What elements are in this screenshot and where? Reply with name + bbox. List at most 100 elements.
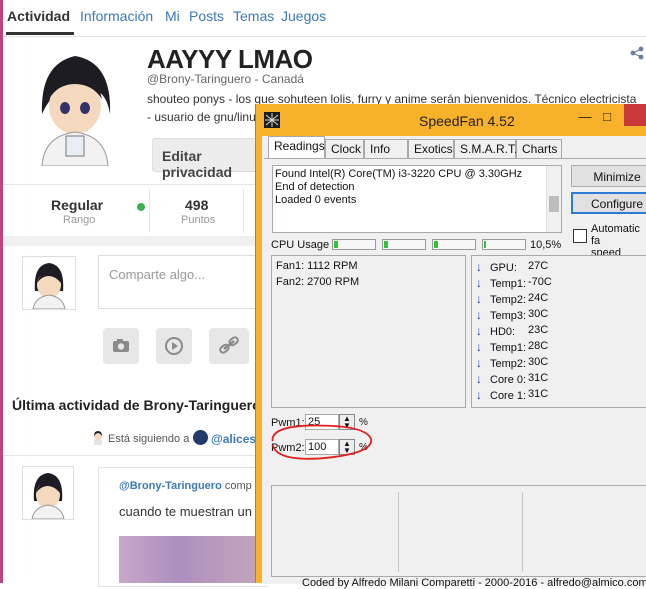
speedfan-window: SpeedFan 4.52 — □ Readings Clock Info Ex… <box>255 104 646 589</box>
followed-user-link[interactable]: @alicesi <box>211 432 259 446</box>
stat-divider <box>149 189 150 233</box>
profile-nav: Actividad Información Mi Posts Temas Jue… <box>3 0 646 37</box>
cpu-usage-label: CPU Usage <box>271 239 330 251</box>
temp-reading: ↓ Temp3: 30C <box>476 308 549 322</box>
automatic-fan-speed-label: Automatic fa speed <box>591 223 646 259</box>
box-divider <box>522 492 523 572</box>
temp-down-arrow-icon: ↓ <box>476 340 482 354</box>
profile-stats: Regular Rango 498 Puntos <box>3 184 265 238</box>
cpu-core-bar <box>332 239 376 250</box>
temp-down-arrow-icon: ↓ <box>476 356 482 370</box>
temp-down-arrow-icon: ↓ <box>476 372 482 386</box>
points-label: Puntos <box>181 214 216 226</box>
red-annotation-circle <box>271 424 373 460</box>
tab-info[interactable]: Info <box>364 139 408 158</box>
cpu-core-bar <box>482 239 526 250</box>
speedfan-client: Readings Clock Info Exotics S.M.A.R.T. C… <box>262 136 646 589</box>
post-meta-text: comp <box>224 480 252 492</box>
speedfan-app-icon <box>264 112 280 128</box>
event-log[interactable]: Found Intel(R) Core(TM) i3-3220 CPU @ 3.… <box>272 165 562 233</box>
cpu-core-bar <box>432 239 476 250</box>
temp-reading: ↓ Core 1: 31C <box>476 388 549 402</box>
following-text: Está siguiendo a <box>108 433 190 445</box>
profile-name: AAYYY LMAO <box>147 44 313 74</box>
profile-handle: @Brony-Taringuero - Canadá <box>147 72 304 86</box>
section-title: Última actividad de Brony-Taringuero <box>12 397 261 413</box>
camera-icon <box>113 339 129 352</box>
followed-user-avatar-icon <box>193 430 208 445</box>
fan-reading: Fan1: 1112 RPM <box>276 260 358 272</box>
post-text: cuando te muestran un <box>119 504 252 519</box>
window-close-icon[interactable] <box>624 104 646 126</box>
play-icon <box>165 337 183 355</box>
edit-privacy-button[interactable]: Editar privacidad <box>152 138 262 180</box>
log-line: End of detection <box>275 181 355 193</box>
points-value: 498 <box>185 197 209 213</box>
auto-fan-label-line: Automatic fa <box>591 223 640 247</box>
extra-readings-box <box>271 485 646 577</box>
log-scrollbar[interactable] <box>546 166 561 232</box>
tab-posts[interactable]: Posts <box>189 8 224 24</box>
section-gap <box>3 236 265 246</box>
credits-footer: Coded by Alfredo Milani Comparetti - 200… <box>302 577 646 589</box>
video-button[interactable] <box>156 328 192 364</box>
temp-down-arrow-icon: ↓ <box>476 276 482 290</box>
minimize-button[interactable]: Minimize <box>571 165 646 187</box>
temp-reading: ↓ Temp2: 24C <box>476 292 549 306</box>
temp-down-arrow-icon: ↓ <box>476 260 482 274</box>
automatic-fan-speed-checkbox[interactable] <box>573 229 587 243</box>
left-edge-strip <box>0 0 3 583</box>
post-image[interactable] <box>119 536 265 583</box>
scrollbar-thumb[interactable] <box>549 196 559 212</box>
online-status-icon <box>137 203 145 211</box>
share-something-input[interactable]: Comparte algo... <box>98 255 268 309</box>
temp-down-arrow-icon: ↓ <box>476 324 482 338</box>
temp-reading: ↓ Temp1: 28C <box>476 340 549 354</box>
tab-smart[interactable]: S.M.A.R.T. <box>454 139 517 158</box>
profile-avatar <box>22 44 128 167</box>
box-divider <box>398 492 399 572</box>
share-icon[interactable] <box>630 46 644 60</box>
temp-down-arrow-icon: ↓ <box>476 308 482 322</box>
speedfan-titlebar[interactable]: SpeedFan 4.52 — □ <box>256 104 646 136</box>
tab-clock[interactable]: Clock <box>325 139 364 158</box>
post-author-avatar <box>22 466 74 520</box>
temp-reading: ↓ Core 0: 31C <box>476 372 549 386</box>
link-icon <box>219 336 239 354</box>
temp-reading: ↓ Temp2: 30C <box>476 356 549 370</box>
rank-value: Regular <box>51 197 104 213</box>
cpu-usage-value: 10,5% <box>530 239 562 251</box>
readings-panel: Found Intel(R) Core(TM) i3-3220 CPU @ 3.… <box>264 158 646 589</box>
temp-down-arrow-icon: ↓ <box>476 388 482 402</box>
tab-juegos[interactable]: Juegos <box>281 8 326 24</box>
stat-divider <box>243 189 244 233</box>
temp-reading: ↓ Temp1: -70C <box>476 276 552 290</box>
tab-temas[interactable]: Temas <box>233 8 274 24</box>
log-line: Found Intel(R) Core(TM) i3-3220 CPU @ 3.… <box>275 168 523 180</box>
follower-avatar-icon <box>92 431 104 445</box>
tab-mi[interactable]: Mi <box>165 8 180 24</box>
camera-button[interactable] <box>103 328 139 364</box>
rank-label: Rango <box>63 214 96 226</box>
fan-reading: Fan2: 2700 RPM <box>276 276 360 288</box>
tab-readings[interactable]: Readings <box>268 136 325 158</box>
post-meta: @Brony-Taringuero comp <box>119 480 252 492</box>
window-maximize-icon[interactable]: □ <box>600 110 614 124</box>
log-line: Loaded 0 events <box>275 194 357 206</box>
temp-reading: ↓ HD0: 23C <box>476 324 549 338</box>
window-minimize-icon[interactable]: — <box>578 110 592 124</box>
post-author-link[interactable]: @Brony-Taringuero <box>119 480 222 492</box>
fan-speeds-box: Fan1: 1112 RPM Fan2: 2700 RPM <box>271 255 466 408</box>
tab-actividad[interactable]: Actividad <box>7 8 70 24</box>
configure-button[interactable]: Configure <box>571 192 646 214</box>
tab-exotics[interactable]: Exotics <box>408 139 454 158</box>
divider <box>3 455 265 456</box>
temperatures-box: ↓ GPU: 27C ↓ Temp1: -70C ↓ Temp2: 24C ↓ Temp3: 3… <box>471 255 646 408</box>
link-button[interactable] <box>209 328 249 364</box>
cpu-core-bar <box>382 239 426 250</box>
temp-reading: ↓ GPU: 27C <box>476 260 549 274</box>
composer-avatar <box>22 256 76 310</box>
tab-informacion[interactable]: Información <box>80 8 153 24</box>
tab-charts[interactable]: Charts <box>516 139 562 158</box>
speedfan-title: SpeedFan 4.52 <box>419 113 515 129</box>
